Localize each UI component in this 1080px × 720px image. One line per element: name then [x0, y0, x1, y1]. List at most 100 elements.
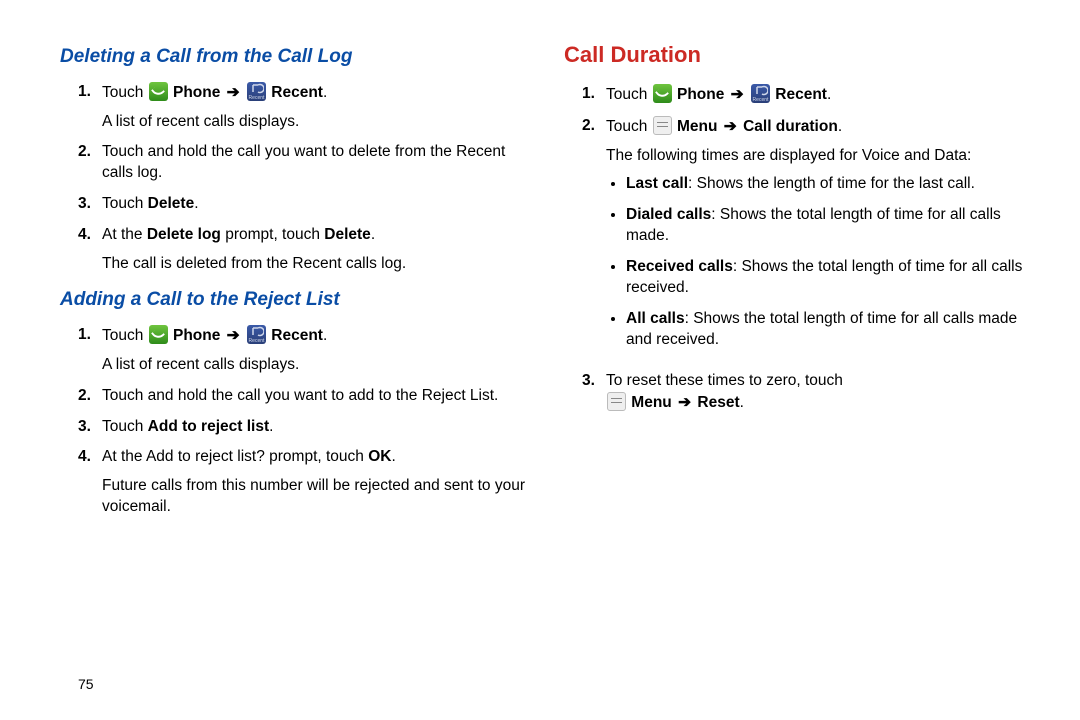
step-number: 1. [78, 82, 102, 103]
text: To reset these times to zero, touch [606, 372, 843, 389]
bold-text: Dialed calls [626, 206, 711, 223]
step: 2. Touch Menu ➔ Call duration. The follo… [582, 116, 1040, 361]
step-number: 3. [582, 371, 606, 392]
sub-text: The call is deleted from the Recent call… [102, 254, 536, 275]
step: 4. At the Add to reject list? prompt, to… [78, 447, 536, 518]
step: 4. At the Delete log prompt, touch Delet… [78, 225, 536, 275]
bold-text: Recent [267, 327, 323, 344]
page-number: 75 [78, 676, 94, 692]
text: : Shows the length of time for the last … [688, 175, 975, 192]
steps-call-duration: 1. Touch Phone ➔ Recent Recent. 2. Touch… [564, 84, 1040, 414]
icon-label: Recent [247, 338, 266, 344]
bold-text: Delete [148, 195, 195, 212]
step-body: To reset these times to zero, touch Menu… [606, 371, 1040, 414]
bold-text: Menu [627, 394, 676, 411]
section-heading-delete-call: Deleting a Call from the Call Log [60, 44, 536, 70]
step-body: Touch Phone ➔ Recent Recent. [606, 84, 1040, 106]
menu-icon [653, 116, 672, 135]
recent-icon: Recent [751, 84, 770, 103]
phone-icon [653, 84, 672, 103]
step: 2. Touch and hold the call you want to a… [78, 386, 536, 407]
step-body: Touch Phone ➔ Recent Recent. A list of r… [102, 82, 536, 133]
step-body: At the Delete log prompt, touch Delete. … [102, 225, 536, 275]
bold-text: Phone [673, 86, 729, 103]
step-body: Touch Add to reject list. [102, 417, 536, 438]
menu-icon [607, 392, 626, 411]
step-body: Touch and hold the call you want to dele… [102, 142, 536, 184]
step-number: 1. [78, 325, 102, 346]
bold-text: Delete [324, 226, 371, 243]
text: Touch [102, 195, 148, 212]
step-body: Touch Menu ➔ Call duration. The followin… [606, 116, 1040, 361]
bold-text: Add to reject list [148, 418, 269, 435]
left-column: Deleting a Call from the Call Log 1. Tou… [60, 40, 536, 700]
bold-text: Menu [673, 118, 722, 135]
step-body: Touch Delete. [102, 194, 536, 215]
section-heading-reject-list: Adding a Call to the Reject List [60, 287, 536, 313]
sub-text: The following times are displayed for Vo… [606, 146, 1040, 167]
icon-label: Recent [751, 97, 770, 103]
step-number: 3. [78, 194, 102, 215]
text: : Shows the total length of time for all… [626, 310, 1017, 348]
arrow-icon: ➔ [676, 394, 693, 411]
step-number: 3. [78, 417, 102, 438]
sub-text: A list of recent calls displays. [102, 355, 536, 376]
sub-text: A list of recent calls displays. [102, 112, 536, 133]
bold-text: Received calls [626, 258, 733, 275]
right-column: Call Duration 1. Touch Phone ➔ Recent Re… [564, 40, 1040, 700]
step: 1. Touch Phone ➔ Recent Recent. A list o… [78, 82, 536, 133]
phone-icon [149, 82, 168, 101]
sub-text: Future calls from this number will be re… [102, 476, 536, 518]
bold-text: Call duration [739, 118, 838, 135]
bullet-item: All calls: Shows the total length of tim… [626, 309, 1040, 351]
bold-text: Recent [267, 84, 323, 101]
text: At the Add to reject list? prompt, touch [102, 448, 368, 465]
step: 3. Touch Add to reject list. [78, 417, 536, 438]
steps-delete-call: 1. Touch Phone ➔ Recent Recent. A list o… [60, 82, 536, 275]
step-number: 2. [78, 386, 102, 407]
manual-page: Deleting a Call from the Call Log 1. Tou… [0, 0, 1080, 720]
bold-text: Last call [626, 175, 688, 192]
phone-icon [149, 325, 168, 344]
arrow-icon: ➔ [722, 118, 739, 135]
recent-icon: Recent [247, 82, 266, 101]
step-number: 4. [78, 447, 102, 468]
step-number: 2. [582, 116, 606, 137]
text: At the [102, 226, 147, 243]
bold-text: Delete log [147, 226, 221, 243]
text: Touch [606, 118, 652, 135]
step-body: Touch Phone ➔ Recent Recent. A list of r… [102, 325, 536, 376]
text: Touch [102, 418, 148, 435]
bold-text: Recent [771, 86, 827, 103]
text: Touch [606, 86, 652, 103]
step-body: Touch and hold the call you want to add … [102, 386, 536, 407]
step: 2. Touch and hold the call you want to d… [78, 142, 536, 184]
bold-text: All calls [626, 310, 685, 327]
step-body: At the Add to reject list? prompt, touch… [102, 447, 536, 518]
section-heading-call-duration: Call Duration [564, 40, 1040, 70]
step: 1. Touch Phone ➔ Recent Recent. [582, 84, 1040, 106]
step-number: 2. [78, 142, 102, 163]
step: 3. Touch Delete. [78, 194, 536, 215]
step-number: 1. [582, 84, 606, 105]
bold-text: Phone [169, 327, 225, 344]
text: Touch [102, 84, 148, 101]
bullet-item: Received calls: Shows the total length o… [626, 257, 1040, 299]
bold-text: OK [368, 448, 391, 465]
bullet-item: Dialed calls: Shows the total length of … [626, 205, 1040, 247]
bullet-item: Last call: Shows the length of time for … [626, 174, 1040, 195]
recent-icon: Recent [247, 325, 266, 344]
bold-text: Reset [693, 394, 740, 411]
text: prompt, touch [221, 226, 324, 243]
steps-reject-list: 1. Touch Phone ➔ Recent Recent. A list o… [60, 325, 536, 518]
arrow-icon: ➔ [225, 84, 242, 101]
bullet-list: Last call: Shows the length of time for … [606, 174, 1040, 350]
arrow-icon: ➔ [729, 86, 746, 103]
arrow-icon: ➔ [225, 327, 242, 344]
icon-label: Recent [247, 95, 266, 101]
step: 1. Touch Phone ➔ Recent Recent. A list o… [78, 325, 536, 376]
text: Touch [102, 327, 148, 344]
step: 3. To reset these times to zero, touch M… [582, 371, 1040, 414]
step-number: 4. [78, 225, 102, 246]
bold-text: Phone [169, 84, 225, 101]
